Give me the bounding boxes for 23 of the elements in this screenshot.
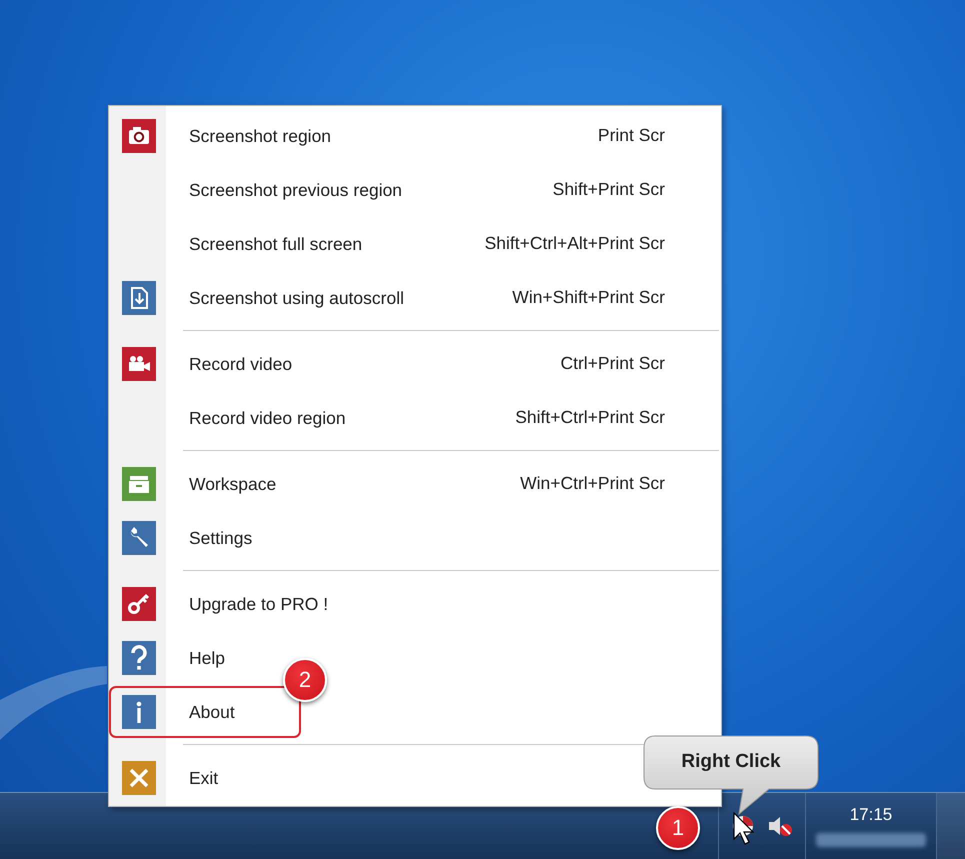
shortcut-label: Win+Ctrl+Print Scr bbox=[520, 472, 665, 494]
menu-item[interactable]: Screenshot previous region bbox=[109, 164, 410, 216]
callout-tooltip: Right Click bbox=[643, 735, 819, 815]
menu-item[interactable]: Record video bbox=[109, 338, 300, 390]
menu-item[interactable]: Screenshot region bbox=[109, 110, 340, 162]
menu-item[interactable]: Workspace bbox=[109, 458, 284, 510]
menu-item[interactable]: Screenshot full screen bbox=[109, 218, 370, 270]
shortcut-label: Ctrl+Print Scr bbox=[560, 352, 665, 374]
shortcut-label: Win+Shift+Print Scr bbox=[512, 286, 665, 308]
shortcut-label: Shift+Ctrl+Alt+Print Scr bbox=[484, 232, 665, 254]
menu-item[interactable]: About bbox=[109, 686, 301, 738]
menu-item[interactable]: Record video region bbox=[109, 392, 354, 444]
menu-item[interactable]: Screenshot using autoscroll bbox=[109, 272, 412, 324]
menu-item[interactable]: Upgrade to PRO ! bbox=[109, 578, 336, 630]
shortcut-label: Shift+Print Scr bbox=[552, 178, 665, 200]
clock-time[interactable]: 17:15 bbox=[850, 805, 892, 825]
shortcut-label: Shift+Ctrl+Print Scr bbox=[515, 406, 665, 428]
mouse-pointer-icon bbox=[733, 812, 755, 846]
menu-item[interactable]: Settings bbox=[109, 512, 260, 564]
menu-item[interactable]: Exit bbox=[109, 752, 226, 804]
menu-item[interactable]: Help bbox=[109, 632, 233, 684]
speaker-muted-icon[interactable] bbox=[767, 814, 793, 838]
shortcut-label: Print Scr bbox=[598, 124, 665, 146]
